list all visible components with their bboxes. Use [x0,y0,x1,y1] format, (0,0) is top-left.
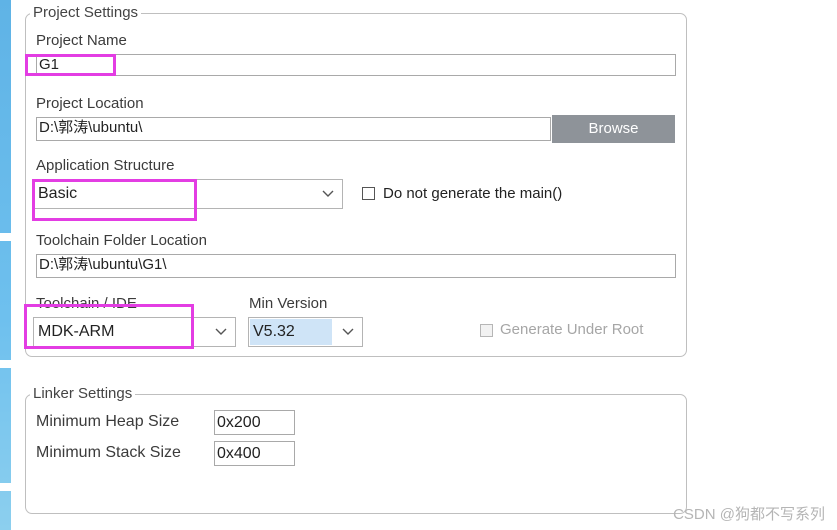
window-edge [0,0,11,530]
do-not-generate-main-checkbox[interactable] [362,187,375,200]
min-heap-label: Minimum Heap Size [36,413,180,430]
chevron-down-icon [322,190,334,197]
highlight-box [32,179,197,221]
min-heap-input[interactable]: 0x200 [214,410,295,435]
linker-settings-legend: Linker Settings [33,385,133,402]
application-structure-label: Application Structure [36,157,175,174]
generate-under-root-checkbox[interactable] [480,324,493,337]
chevron-down-icon [215,328,227,335]
toolchain-folder-input[interactable]: D:\郭涛\ubuntu\G1\ [36,254,676,278]
highlight-box [24,304,194,349]
min-version-select[interactable]: V5.32 [248,317,363,347]
project-location-input[interactable]: D:\郭涛\ubuntu\ [36,117,551,141]
project-name-input[interactable]: G1 [36,54,676,76]
project-name-label: Project Name [36,32,127,49]
project-settings-legend: Project Settings [33,4,139,21]
min-version-value: V5.32 [253,323,295,340]
project-location-label: Project Location [36,95,144,112]
highlight-box [25,54,116,76]
edge-gap [0,233,11,241]
generate-under-root-label: Generate Under Root [500,321,644,338]
edge-gap [0,483,11,491]
chevron-down-icon [342,328,354,335]
min-version-label: Min Version [249,295,328,312]
edge-gap [0,360,11,368]
toolchain-folder-label: Toolchain Folder Location [36,232,207,249]
min-stack-label: Minimum Stack Size [36,444,181,461]
do-not-generate-main-label: Do not generate the main() [383,185,563,202]
watermark: CSDN @狗都不写系列 [673,506,825,523]
min-stack-input[interactable]: 0x400 [214,441,295,466]
browse-button[interactable]: Browse [552,115,675,143]
